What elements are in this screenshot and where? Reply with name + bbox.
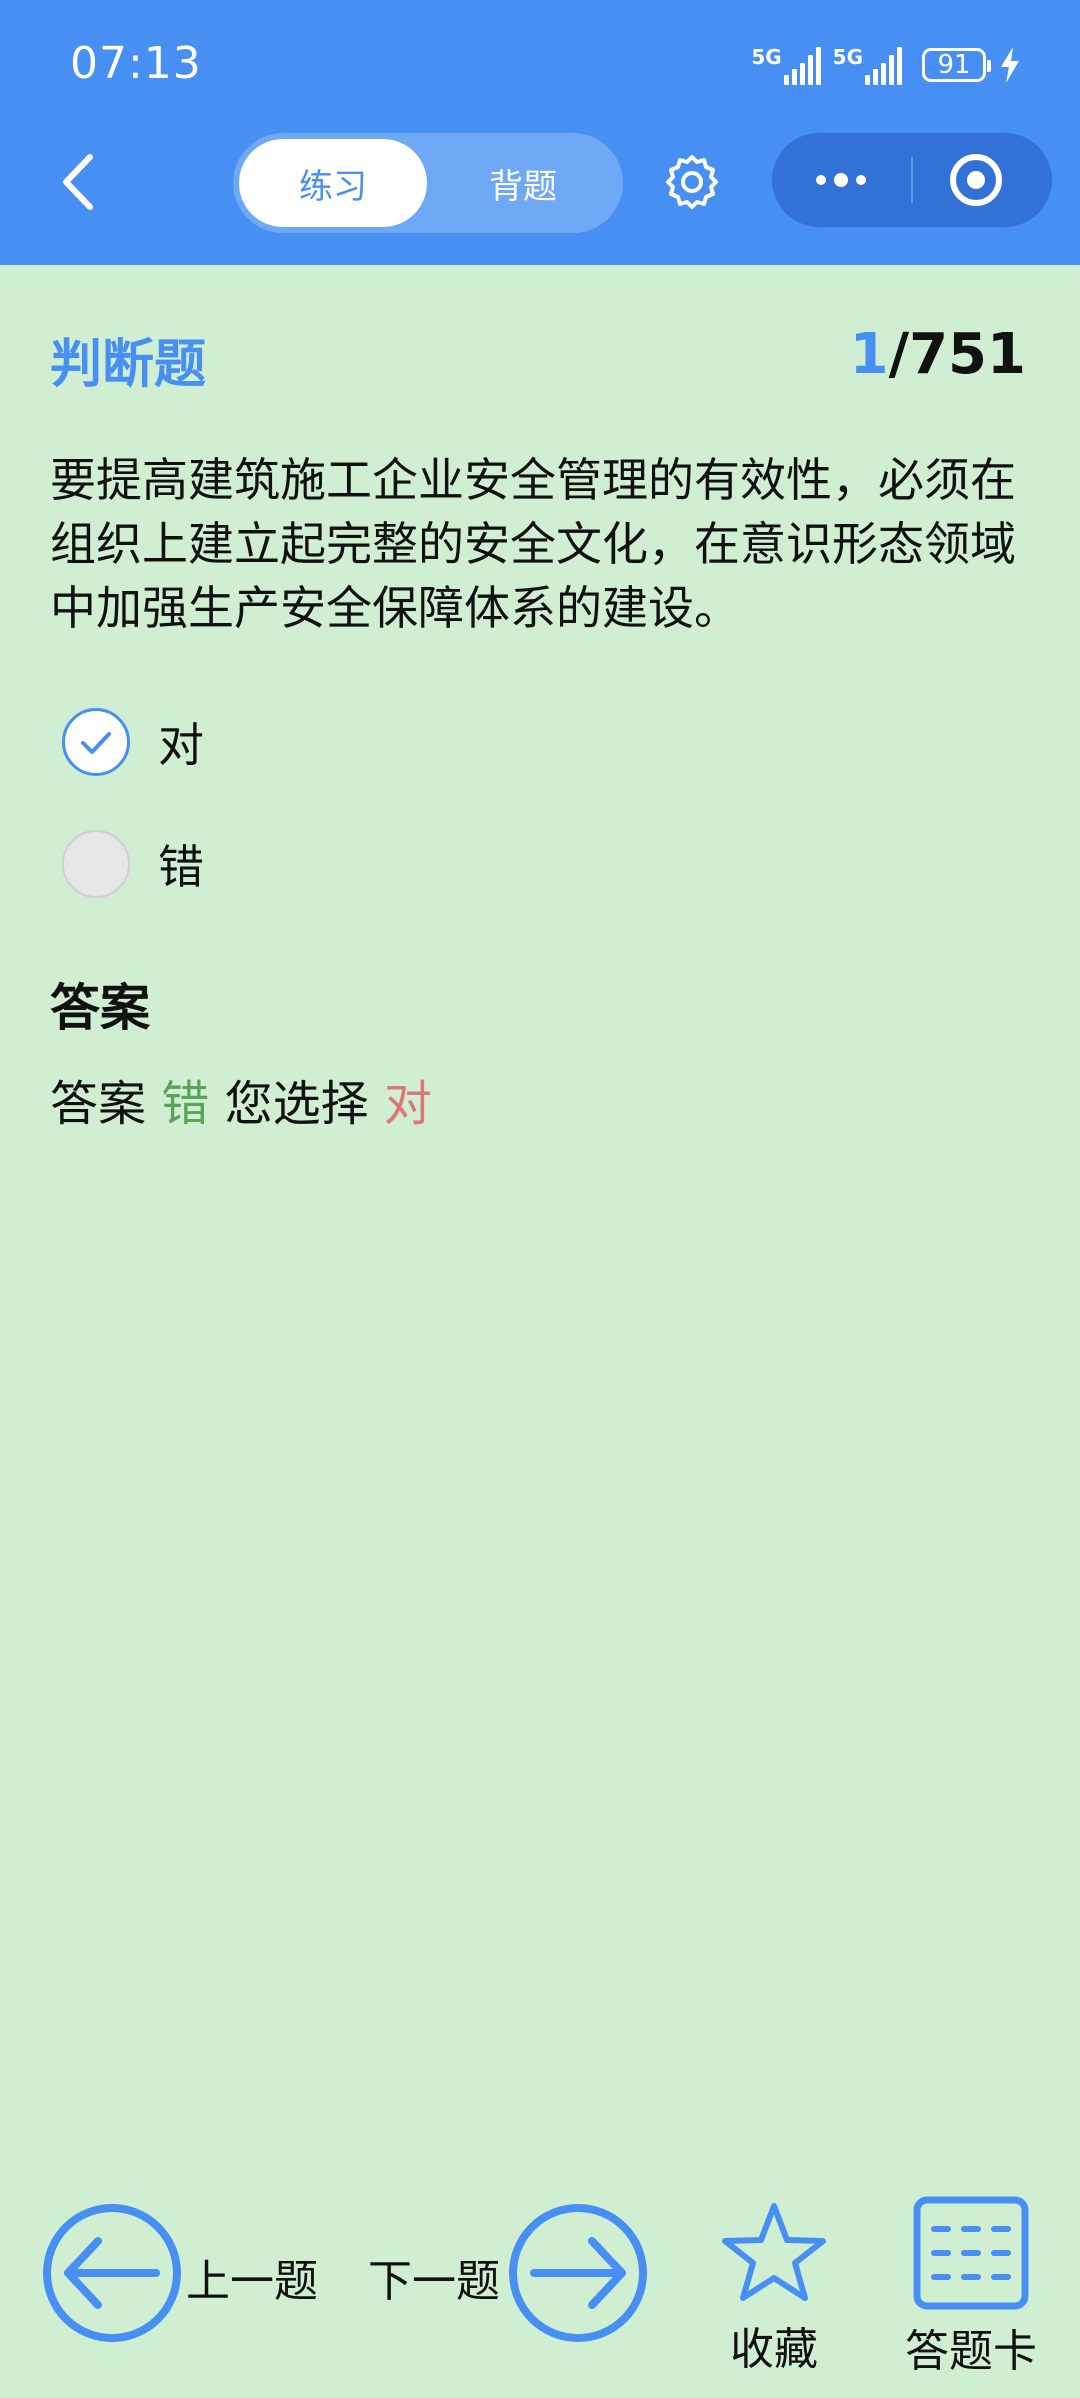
gear-icon — [666, 155, 718, 209]
chosen-answer: 对 — [383, 1076, 432, 1132]
radio-checked — [62, 708, 130, 776]
charging-icon — [1001, 47, 1019, 83]
tab-memorize[interactable]: 背题 — [429, 139, 617, 227]
check-icon — [81, 732, 111, 754]
more-button[interactable] — [772, 133, 911, 227]
favorite-button[interactable]: 收藏 — [714, 2200, 834, 2377]
answer-prefix: 答案 — [50, 1076, 147, 1132]
answer-card-label: 答题卡 — [905, 2326, 1037, 2377]
answer-title: 答案 — [50, 979, 150, 1037]
total-count: /751 — [888, 322, 1026, 387]
option-label: 对 — [158, 718, 204, 772]
question-text: 要提高建筑施工企业安全管理的有效性，必须在组织上建立起完整的安全文化，在意识形态… — [50, 453, 1016, 635]
network-type-label: 5G — [751, 45, 782, 69]
status-icons: 5G 5G 91 — [751, 40, 1022, 90]
back-button[interactable] — [50, 145, 110, 219]
mode-switch: 练习 背题 — [233, 133, 623, 233]
radio-unchecked — [62, 830, 130, 898]
option-true[interactable]: 对 — [62, 704, 204, 780]
back-chevron-icon — [63, 154, 93, 210]
favorite-label: 收藏 — [730, 2324, 818, 2375]
option-label: 错 — [158, 840, 204, 894]
correct-answer: 错 — [161, 1076, 210, 1132]
battery-icon: 91 — [922, 48, 991, 82]
signal-icon: 5G — [833, 45, 902, 85]
close-miniprogram-button[interactable] — [913, 133, 1052, 227]
star-icon — [722, 2203, 826, 2301]
question-type: 判断题 — [50, 335, 207, 395]
network-type-label: 5G — [832, 45, 863, 69]
answer-line: 答案 错 您选择 对 — [50, 1064, 432, 1134]
mini-program-capsule — [772, 133, 1052, 227]
target-icon — [950, 154, 1002, 206]
prev-question-button[interactable]: 上一题 — [186, 2245, 318, 2309]
current-index: 1 — [849, 322, 889, 387]
answer-card-button[interactable]: 答题卡 — [896, 2195, 1046, 2379]
question-counter: 1/751 — [850, 322, 1026, 387]
next-arrow-button[interactable] — [508, 2203, 648, 2343]
chosen-prefix: 您选择 — [224, 1076, 369, 1132]
signal-icon: 5G — [751, 45, 821, 85]
option-false[interactable]: 错 — [62, 826, 204, 902]
arrow-right-icon — [509, 2204, 647, 2342]
next-question-button[interactable]: 下一题 — [368, 2245, 500, 2309]
tab-practice[interactable]: 练习 — [239, 139, 427, 227]
prev-arrow-button[interactable] — [42, 2203, 182, 2343]
battery-level: 91 — [937, 50, 971, 80]
top-bar: 07:13 5G 5G 91 练习 背题 — [0, 0, 1080, 265]
settings-button[interactable] — [662, 152, 722, 212]
arrow-left-icon — [43, 2204, 181, 2342]
answer-card-icon — [913, 2196, 1029, 2310]
status-time: 07:13 — [70, 38, 202, 89]
